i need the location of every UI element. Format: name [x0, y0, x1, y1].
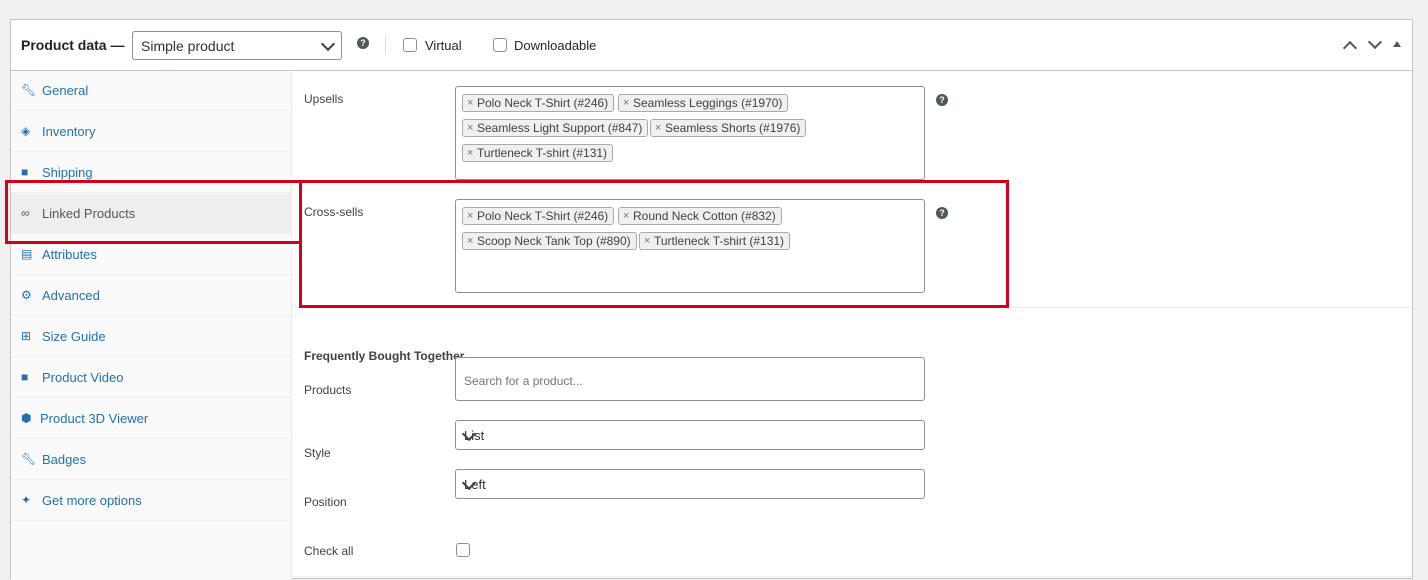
product-data-title: Product data —: [21, 37, 125, 53]
remove-icon[interactable]: ×: [623, 95, 629, 111]
plugin-icon: ✦: [21, 493, 32, 507]
tab-get-more-options[interactable]: ✦ Get more options: [11, 481, 291, 521]
upsell-tag[interactable]: × Seamless Leggings (#1970): [618, 94, 789, 112]
upsell-tag[interactable]: × Turtleneck T-shirt (#131): [462, 144, 614, 162]
fbt-position-label: Position: [304, 495, 347, 509]
fbt-style-select[interactable]: List: [455, 420, 925, 450]
fbt-checkall-label: Check all: [304, 544, 354, 558]
cube-icon: ⬢: [21, 411, 32, 425]
fbt-products-label: Products: [304, 383, 352, 397]
virtual-label: Virtual: [425, 38, 462, 53]
tab-product-3d-viewer[interactable]: ⬢ Product 3D Viewer: [11, 399, 291, 439]
help-icon[interactable]: ?: [357, 37, 369, 49]
tab-label: Size Guide: [42, 329, 106, 344]
fbt-products-search-input[interactable]: [455, 357, 925, 401]
tab-general[interactable]: 🔧︎ General: [11, 71, 291, 111]
fbt-position-select[interactable]: Left: [455, 469, 925, 499]
tag-icon: ◈: [21, 124, 31, 138]
gear-icon: ⚙: [21, 288, 32, 302]
tab-label: Advanced: [42, 288, 100, 303]
grid-icon: ⊞: [21, 329, 32, 343]
tab-label: Get more options: [42, 493, 142, 508]
chevron-up-icon[interactable]: [1342, 40, 1358, 56]
tab-label: Product 3D Viewer: [40, 411, 149, 426]
highlight-crosssells-field: [299, 180, 1009, 308]
product-data-tabs: 🔧︎ General ◈ Inventory ■ Shipping ∞ Link…: [11, 71, 292, 580]
tab-label: Product Video: [42, 370, 124, 385]
wrench-icon: 🔧︎: [21, 83, 37, 97]
upsells-label: Upsells: [304, 92, 344, 106]
virtual-checkbox[interactable]: [403, 38, 417, 52]
tab-label: Badges: [42, 452, 87, 467]
remove-icon[interactable]: ×: [467, 120, 473, 136]
product-type-value: Simple product: [141, 38, 235, 54]
help-icon[interactable]: ?: [936, 94, 948, 106]
section-divider: [292, 576, 1412, 577]
fbt-checkall-checkbox[interactable]: [456, 543, 470, 557]
tab-label: Inventory: [42, 124, 96, 139]
tab-label: General: [42, 83, 89, 98]
upsell-tag[interactable]: × Polo Neck T-Shirt (#246): [462, 94, 615, 112]
tab-label: Attributes: [42, 247, 97, 262]
toggle-panel-icon[interactable]: [1393, 41, 1401, 47]
fbt-style-label: Style: [304, 446, 331, 460]
tab-size-guide[interactable]: ⊞ Size Guide: [11, 317, 291, 357]
wrench-icon: 🔧︎: [21, 452, 37, 466]
chevron-down-icon[interactable]: [1367, 34, 1383, 50]
upsell-tag[interactable]: × Seamless Shorts (#1976): [650, 119, 807, 137]
remove-icon[interactable]: ×: [467, 145, 473, 161]
truck-icon: ■: [21, 165, 29, 179]
tab-advanced[interactable]: ⚙ Advanced: [11, 276, 291, 316]
tab-label: Shipping: [42, 165, 93, 180]
product-type-select[interactable]: Simple product: [132, 31, 342, 60]
remove-icon[interactable]: ×: [655, 120, 661, 136]
highlight-linked-products-tab: [5, 180, 302, 244]
fbt-section-title: Frequently Bought Together: [304, 349, 465, 363]
table-icon: ▤: [21, 247, 33, 261]
video-icon: ■: [21, 370, 29, 384]
product-data-header: Product data — Simple product ? Virtual …: [11, 20, 1412, 71]
chevron-down-icon: [320, 36, 336, 52]
downloadable-label: Downloadable: [514, 38, 597, 53]
tab-product-video[interactable]: ■ Product Video: [11, 358, 291, 398]
header-separator: [385, 36, 386, 54]
linked-products-panel: Upsells × Polo Neck T-Shirt (#246) × Seaml…: [292, 71, 1412, 580]
tab-inventory[interactable]: ◈ Inventory: [11, 112, 291, 152]
remove-icon[interactable]: ×: [467, 95, 473, 111]
tab-badges[interactable]: 🔧︎ Badges: [11, 440, 291, 480]
upsell-tag[interactable]: × Seamless Light Support (#847): [462, 119, 649, 137]
upsells-select[interactable]: × Polo Neck T-Shirt (#246) × Seamless Legg…: [455, 86, 925, 180]
downloadable-checkbox[interactable]: [493, 38, 507, 52]
